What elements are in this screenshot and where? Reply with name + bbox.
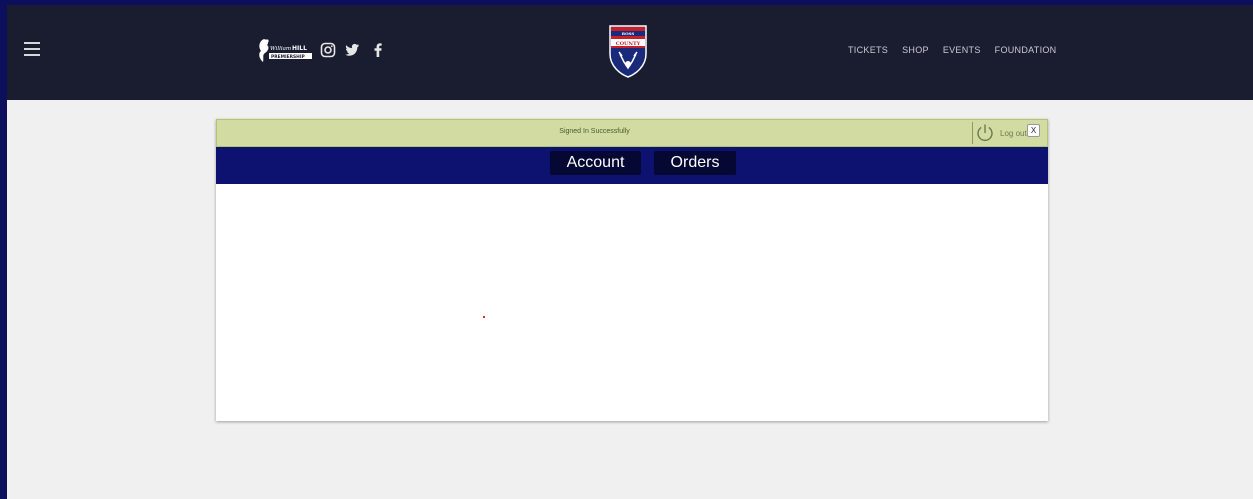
account-panel: Signed In Successfully Log out X Account… [216,119,1048,421]
facebook-icon[interactable] [370,42,386,58]
main-nav: TICKETS SHOP EVENTS FOUNDATION [848,45,1056,55]
instagram-icon[interactable] [320,42,336,58]
league-logo[interactable]: William HILL PREMIERSHIP [255,36,313,66]
twitter-icon[interactable] [344,42,360,58]
success-alert: Signed In Successfully Log out X [216,119,1048,147]
tab-bar: Account Orders [216,147,1048,184]
page-frame: William HILL PREMIERSHIP ROSS COUNTY TIC… [7,5,1253,499]
red-dot [483,316,485,318]
menu-icon[interactable] [24,42,40,56]
site-header: William HILL PREMIERSHIP ROSS COUNTY TIC… [7,5,1253,100]
power-icon [977,124,993,141]
close-alert-button[interactable]: X [1027,124,1040,137]
svg-text:PREMIERSHIP: PREMIERSHIP [271,54,305,60]
svg-text:William: William [270,46,291,52]
nav-shop[interactable]: SHOP [902,45,929,55]
nav-tickets[interactable]: TICKETS [848,45,888,55]
alert-message: Signed In Successfully [559,128,630,135]
nav-events[interactable]: EVENTS [943,45,981,55]
svg-text:ROSS: ROSS [622,31,635,36]
svg-text:HILL: HILL [292,45,307,52]
nav-foundation[interactable]: FOUNDATION [995,45,1057,55]
club-crest[interactable]: ROSS COUNTY [608,24,648,78]
tab-orders[interactable]: Orders [654,151,736,175]
logout-label: Log out [1000,129,1027,138]
alert-divider [972,122,973,144]
tab-account[interactable]: Account [550,151,641,175]
